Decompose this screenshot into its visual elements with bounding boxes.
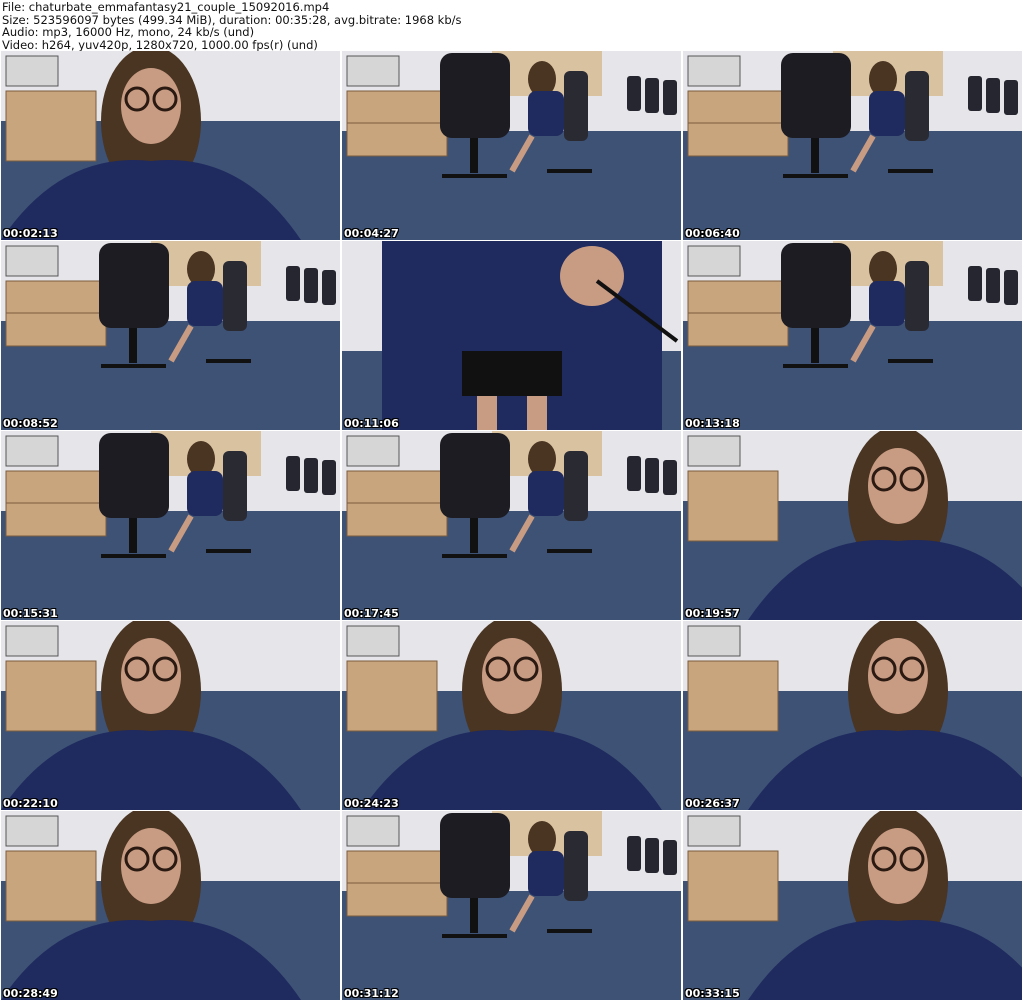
thumbnail-frame[interactable]: 00:15:31	[1, 431, 340, 620]
frame-timestamp: 00:17:45	[344, 607, 399, 620]
video-info-header: File: chaturbate_emmafantasy21_couple_15…	[0, 0, 1024, 51]
file-line: File: chaturbate_emmafantasy21_couple_15…	[2, 0, 330, 14]
thumbnail-frame[interactable]: 00:08:52	[1, 241, 340, 430]
frame-image	[683, 621, 1022, 810]
thumbnail-grid: 00:02:13 00:04:27 00:06:40 00:08:52 00:1…	[1, 51, 1022, 1000]
frame-timestamp: 00:13:18	[685, 417, 740, 430]
frame-timestamp: 00:33:15	[685, 987, 740, 1000]
frame-image	[683, 51, 1022, 240]
frame-image	[683, 431, 1022, 620]
frame-image	[342, 431, 681, 620]
frame-image	[1, 621, 340, 810]
thumbnail-frame[interactable]: 00:06:40	[683, 51, 1022, 240]
frame-timestamp: 00:31:12	[344, 987, 399, 1000]
thumbnail-frame[interactable]: 00:31:12	[342, 811, 681, 1000]
frame-timestamp: 00:08:52	[3, 417, 58, 430]
frame-timestamp: 00:28:49	[3, 987, 58, 1000]
thumbnail-frame[interactable]: 00:26:37	[683, 621, 1022, 810]
frame-image	[1, 51, 340, 240]
frame-image	[683, 241, 1022, 430]
video-line: Video: h264, yuv420p, 1280x720, 1000.00 …	[2, 37, 318, 52]
frame-timestamp: 00:26:37	[685, 797, 740, 810]
frame-image	[342, 621, 681, 810]
frame-image	[683, 811, 1022, 1000]
frame-image	[342, 241, 681, 430]
thumbnail-frame[interactable]: 00:24:23	[342, 621, 681, 810]
frame-timestamp: 00:02:13	[3, 227, 58, 240]
thumbnail-frame[interactable]: 00:22:10	[1, 621, 340, 810]
frame-timestamp: 00:11:06	[344, 417, 399, 430]
thumbnail-frame[interactable]: 00:13:18	[683, 241, 1022, 430]
audio-line: Audio: mp3, 16000 Hz, mono, 24 kb/s (und…	[2, 25, 255, 39]
frame-image	[342, 811, 681, 1000]
frame-image	[1, 431, 340, 620]
frame-timestamp: 00:24:23	[344, 797, 399, 810]
thumbnail-frame[interactable]: 00:17:45	[342, 431, 681, 620]
thumbnail-frame[interactable]: 00:11:06	[342, 241, 681, 430]
frame-timestamp: 00:22:10	[3, 797, 58, 810]
frame-timestamp: 00:19:57	[685, 607, 740, 620]
frame-timestamp: 00:15:31	[3, 607, 58, 620]
thumbnail-frame[interactable]: 00:04:27	[342, 51, 681, 240]
frame-timestamp: 00:06:40	[685, 227, 740, 240]
frame-image	[1, 241, 340, 430]
frame-image	[342, 51, 681, 240]
thumbnail-frame[interactable]: 00:02:13	[1, 51, 340, 240]
thumbnail-frame[interactable]: 00:19:57	[683, 431, 1022, 620]
thumbnail-frame[interactable]: 00:28:49	[1, 811, 340, 1000]
frame-image	[1, 811, 340, 1000]
thumbnail-frame[interactable]: 00:33:15	[683, 811, 1022, 1000]
frame-timestamp: 00:04:27	[344, 227, 399, 240]
